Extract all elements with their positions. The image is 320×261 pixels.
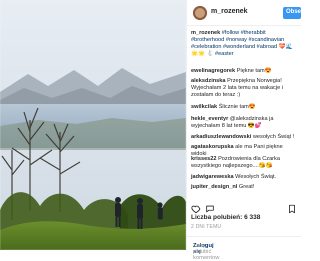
comment-item: m_rozenek #follow #therabbit #brotherhoo… xyxy=(191,30,299,58)
comment-item: jadwigareweska Wesołych Świąt. xyxy=(191,174,299,181)
comment-item: aleksdzinska Przepiękna Norwegia! Wyjech… xyxy=(191,78,299,99)
comment-username[interactable]: jupiter_design_nl xyxy=(191,184,237,190)
comment-username[interactable]: ewelinagregorek xyxy=(191,68,235,74)
comment-text: Ślicznie tam😍 xyxy=(218,104,256,110)
post-photo[interactable] xyxy=(0,0,186,250)
heart-icon[interactable] xyxy=(191,204,201,214)
instagram-post: m_rozenek Obse m_rozenek #follow #therab… xyxy=(0,0,301,261)
comment-item: ewelinagregorek Piękne tam😍 xyxy=(191,68,299,75)
follow-button-label: Obse xyxy=(286,9,302,15)
comment-username[interactable]: agataskorupska xyxy=(191,144,234,150)
comment-username[interactable]: hekle_eventyr xyxy=(191,116,228,122)
comment-item: hekle_eventyr @aleksdzinska ja wyjechała… xyxy=(191,116,299,130)
landscape-image xyxy=(0,0,186,250)
comment-username[interactable]: krisses22 xyxy=(191,156,217,162)
comment-icon[interactable] xyxy=(205,204,215,214)
comment-username[interactable]: m_rozenek xyxy=(191,30,220,36)
follow-button[interactable]: Obse xyxy=(283,7,301,19)
comment-item: swilkcilak Ślicznie tam😍 xyxy=(191,104,299,111)
likes-count[interactable]: Liczba polubień: 6 338 xyxy=(191,214,260,221)
avatar[interactable] xyxy=(193,6,207,20)
comments-list[interactable]: m_rozenek #follow #therabbit #brotherhoo… xyxy=(187,30,301,198)
comment-text: Great! xyxy=(238,184,255,190)
login-text: , aby polubić komentow xyxy=(193,243,220,261)
bookmark-icon[interactable] xyxy=(287,204,297,214)
post-sidebar: m_rozenek Obse m_rozenek #follow #therab… xyxy=(186,0,301,261)
comment-username[interactable]: swilkcilak xyxy=(191,104,217,110)
login-bar: Zaloguj się, aby polubić komentow xyxy=(187,236,301,261)
post-username[interactable]: m_rozenek xyxy=(211,8,248,15)
comment-username[interactable]: jadwigareweska xyxy=(191,174,234,180)
comment-item: jupiter_design_nl Great! xyxy=(191,184,299,191)
comment-item: arkadiuszlewandowski wesołych Świąt ! xyxy=(191,134,299,141)
comment-username[interactable]: arkadiuszlewandowski xyxy=(191,134,251,140)
comment-username[interactable]: aleksdzinska xyxy=(191,78,226,84)
comment-text: wesołych Świąt ! xyxy=(252,134,295,140)
comment-text: Wesołych Świąt. xyxy=(235,174,277,180)
post-header: m_rozenek Obse xyxy=(187,0,301,26)
post-timestamp: 2 DNI TEMU xyxy=(191,224,222,230)
comment-item: krisses22 Pozdrowienia dla Czarka wszyst… xyxy=(191,156,299,170)
comment-text: Piękne tam😍 xyxy=(236,68,272,74)
